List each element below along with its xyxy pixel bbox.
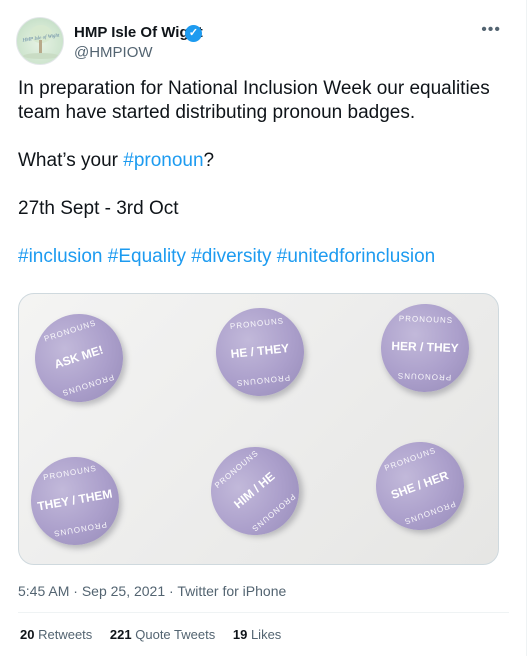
- more-options-icon[interactable]: •••: [481, 22, 501, 38]
- hashtag-diversity[interactable]: #diversity: [191, 246, 271, 267]
- retweets-stat[interactable]: 20 Retweets: [20, 627, 92, 642]
- quote-tweets-count: 221: [109, 627, 132, 642]
- tweet-hashtags: #inclusion #Equality #diversity #unitedf…: [18, 245, 513, 269]
- pronoun-badge: PRONOUNS HE / THEY PRONOUNS: [211, 303, 309, 401]
- question-prefix: What’s your: [18, 150, 124, 171]
- tweet-question: What’s your #pronoun?: [18, 149, 513, 173]
- avatar[interactable]: HMP Isle of Wight: [16, 17, 64, 65]
- hashtag-equality[interactable]: #Equality: [108, 246, 186, 267]
- quote-tweets-label: Quote Tweets: [135, 627, 216, 642]
- ground-graphic: [23, 53, 59, 59]
- tweet-stats: 20 Retweets 221 Quote Tweets 19 Likes: [20, 627, 295, 642]
- tweet-line-1: In preparation for National Inclusion We…: [18, 78, 490, 123]
- badge-ring-text: PRONOUNS: [396, 371, 452, 382]
- pronoun-badge: PRONOUNS HIM / HE PRONOUNS: [193, 429, 317, 553]
- pronoun-badge: PRONOUNS THEY / THEM PRONOUNS: [24, 450, 126, 552]
- question-suffix: ?: [203, 150, 215, 171]
- meta-separator: ·: [165, 583, 178, 599]
- tweet-source[interactable]: Twitter for iPhone: [177, 583, 286, 599]
- pronoun-badge: PRONOUNS SHE / HER PRONOUNS: [363, 429, 477, 543]
- badge-ring-text: PRONOUNS: [42, 463, 98, 483]
- pronoun-badge: PRONOUNS ASK ME! PRONOUNS: [23, 302, 135, 414]
- retweets-label: Retweets: [38, 627, 93, 642]
- badge-ring-text: PRONOUNS: [52, 519, 108, 539]
- hashtag-pronoun[interactable]: #pronoun: [123, 150, 203, 171]
- tweet-dates: 27th Sept - 3rd Oct: [18, 198, 179, 219]
- quote-tweets-stat[interactable]: 221 Quote Tweets: [110, 627, 215, 642]
- badge-ring-text: PRONOUNS: [235, 373, 291, 388]
- tweet-photo[interactable]: PRONOUNS ASK ME! PRONOUNS PRONOUNS HE / …: [18, 293, 499, 565]
- hashtag-inclusion[interactable]: #inclusion: [18, 246, 103, 267]
- tweet-text: In preparation for National Inclusion We…: [18, 77, 513, 269]
- pronoun-badge: PRONOUNS HER / THEY PRONOUNS: [379, 302, 471, 394]
- badge-label: HER / THEY: [391, 338, 459, 356]
- retweets-count: 20: [20, 627, 35, 642]
- tweet-meta: 5:45 AM · Sep 25, 2021 · Twitter for iPh…: [18, 583, 286, 599]
- divider: [18, 612, 509, 613]
- tweet-card: HMP Isle of Wight HMP Isle Of Wight ✓ @H…: [0, 0, 527, 656]
- badge-label: THEY / THEM: [36, 486, 114, 514]
- badge-label: HIM / HE: [231, 469, 278, 512]
- likes-stat[interactable]: 19 Likes: [233, 627, 281, 642]
- tweet-time[interactable]: 5:45 AM: [18, 583, 69, 599]
- hashtag-unitedforinclusion[interactable]: #unitedforinclusion: [277, 246, 435, 267]
- meta-separator: ·: [69, 583, 82, 599]
- badge-label: HE / THEY: [229, 340, 290, 362]
- badge-ring-text: PRONOUNS: [398, 314, 454, 325]
- badge-ring-text: PRONOUNS: [229, 316, 285, 331]
- likes-count: 19: [232, 627, 248, 642]
- likes-label: Likes: [250, 627, 282, 642]
- verified-badge-icon: ✓: [185, 25, 202, 42]
- badge-ring-text: PRONOUNS: [60, 372, 115, 398]
- author-handle[interactable]: @HMPIOW: [74, 44, 153, 62]
- tweet-date[interactable]: Sep 25, 2021: [82, 583, 165, 599]
- tree-trunk-graphic: [39, 40, 42, 54]
- author-name[interactable]: HMP Isle Of Wight: [74, 24, 203, 42]
